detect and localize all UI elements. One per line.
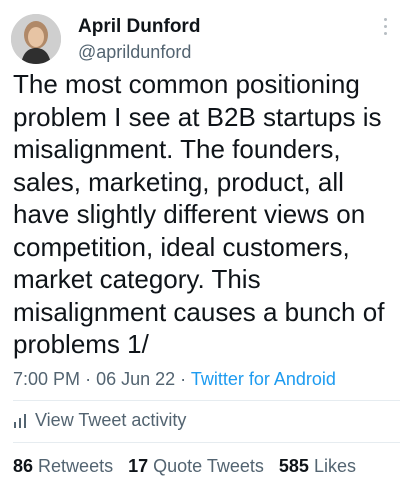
- author-handle[interactable]: @aprildunford: [78, 42, 191, 63]
- quotes-count: 17: [128, 456, 149, 476]
- tweet-meta: 7:00 PM · 06 Jun 22 · Twitter for Androi…: [13, 369, 336, 390]
- retweets-label: Retweets: [38, 456, 114, 476]
- author-name[interactable]: April Dunford: [78, 16, 200, 38]
- more-vertical-icon[interactable]: [382, 18, 388, 38]
- separator-dot: ·: [85, 369, 97, 389]
- quotes-stat[interactable]: 17 Quote Tweets: [128, 456, 264, 476]
- retweets-stat[interactable]: 86 Retweets: [13, 456, 113, 476]
- tweet-source-link[interactable]: Twitter for Android: [191, 369, 336, 389]
- divider: [13, 400, 400, 401]
- tweet-stats: 86 Retweets 17 Quote Tweets 585 Likes: [13, 456, 366, 477]
- tweet-time[interactable]: 7:00 PM: [13, 369, 80, 389]
- tweet-date[interactable]: 06 Jun 22: [96, 369, 175, 389]
- bar-chart-icon: [14, 413, 26, 428]
- likes-count: 585: [278, 456, 309, 476]
- quotes-label: Quote Tweets: [153, 456, 264, 476]
- view-activity-label: View Tweet activity: [35, 410, 187, 430]
- tweet-text: The most common positioning problem I se…: [13, 69, 385, 359]
- retweets-count: 86: [13, 456, 34, 476]
- avatar-image: [11, 14, 61, 64]
- divider: [13, 442, 400, 443]
- view-activity-button[interactable]: View Tweet activity: [13, 410, 186, 431]
- separator-dot: ·: [180, 369, 191, 389]
- avatar[interactable]: [11, 14, 61, 64]
- likes-stat[interactable]: 585 Likes: [279, 456, 356, 476]
- likes-label: Likes: [313, 456, 356, 476]
